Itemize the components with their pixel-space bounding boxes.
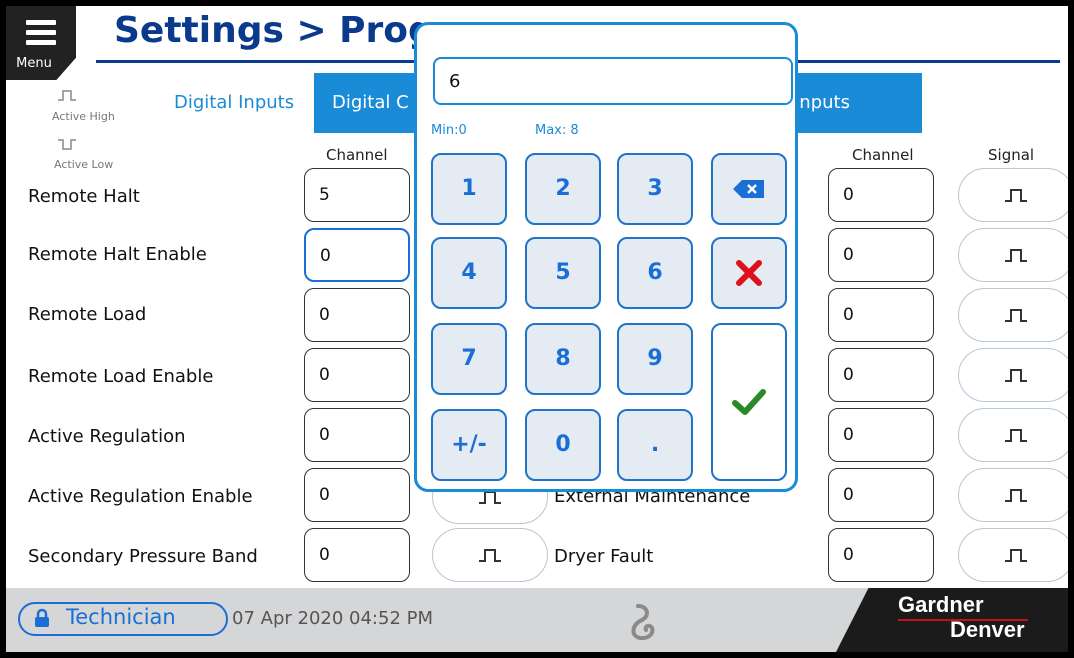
channel-input[interactable]: 0 xyxy=(828,228,934,282)
right-channel-header: Channel xyxy=(852,146,914,164)
tab-digital-inputs[interactable]: Digital Inputs xyxy=(156,73,312,133)
active-high-icon xyxy=(1005,429,1027,442)
user-level: Technician xyxy=(66,605,176,629)
channel-input[interactable]: 0 xyxy=(304,468,410,522)
key-0[interactable]: 0 xyxy=(525,409,601,481)
hamburger-bar xyxy=(26,40,56,45)
channel-input[interactable]: 0 xyxy=(828,468,934,522)
menu-label: Menu xyxy=(16,56,52,71)
signal-toggle[interactable] xyxy=(958,168,1068,222)
active-high-icon xyxy=(58,90,76,101)
keypad-value-field[interactable]: 6 xyxy=(433,57,793,105)
row-label: Remote Halt xyxy=(28,186,140,207)
connection-status-icon xyxy=(631,604,655,641)
row-label: Active Regulation Enable xyxy=(28,486,253,507)
key-8[interactable]: 8 xyxy=(525,323,601,395)
row-label: Remote Halt Enable xyxy=(28,244,207,265)
backspace-button[interactable] xyxy=(711,153,787,225)
signal-toggle[interactable] xyxy=(432,528,548,582)
active-high-icon xyxy=(1005,249,1027,262)
confirm-button[interactable] xyxy=(711,323,787,481)
screen: Menu Settings > Prog Active High Active … xyxy=(6,6,1068,652)
key-5[interactable]: 5 xyxy=(525,237,601,309)
channel-input[interactable]: 0 xyxy=(828,288,934,342)
signal-toggle[interactable] xyxy=(958,348,1068,402)
channel-input[interactable]: 0 xyxy=(304,348,410,402)
channel-input[interactable]: 0 xyxy=(304,288,410,342)
signal-toggle[interactable] xyxy=(958,408,1068,462)
row-label: Secondary Pressure Band xyxy=(28,546,258,567)
active-high-icon xyxy=(1005,189,1027,202)
brand-logo: Denver xyxy=(950,617,1025,642)
cancel-button[interactable] xyxy=(711,237,787,309)
channel-input[interactable]: 0 xyxy=(828,528,934,582)
hamburger-icon xyxy=(26,20,56,25)
checkmark-icon xyxy=(732,389,766,415)
channel-input[interactable]: 0 xyxy=(828,348,934,402)
signal-toggle[interactable] xyxy=(958,228,1068,282)
signal-toggle[interactable] xyxy=(958,528,1068,582)
active-high-label: Active High xyxy=(52,110,115,123)
key-1[interactable]: 1 xyxy=(431,153,507,225)
active-low-icon xyxy=(58,139,76,150)
row-label: Dryer Fault xyxy=(554,546,654,567)
signal-toggle[interactable] xyxy=(958,288,1068,342)
channel-input[interactable]: 0 xyxy=(304,408,410,462)
left-channel-header: Channel xyxy=(326,146,388,164)
row-label: Active Regulation xyxy=(28,426,186,447)
right-signal-header: Signal xyxy=(988,146,1035,164)
active-high-icon xyxy=(1005,549,1027,562)
menu-button[interactable]: Menu xyxy=(6,6,76,80)
key-2[interactable]: 2 xyxy=(525,153,601,225)
key-decimal[interactable]: . xyxy=(617,409,693,481)
active-high-icon xyxy=(1005,369,1027,382)
channel-input[interactable]: 5 xyxy=(304,168,410,222)
active-high-icon xyxy=(1005,309,1027,322)
key-plus-minus[interactable]: +/- xyxy=(431,409,507,481)
datetime: 07 Apr 2020 04:52 PM xyxy=(232,608,433,629)
page-title: Settings > Prog xyxy=(114,10,434,51)
row-label: Remote Load xyxy=(28,304,147,325)
max-label: Max: 8 xyxy=(535,123,579,138)
active-high-icon xyxy=(479,549,501,562)
numeric-keypad-dialog: 6 Min:0 Max: 8 1 2 3 4 5 6 7 8 9 +/- 0 . xyxy=(414,22,798,492)
row-label: Remote Load Enable xyxy=(28,366,214,387)
close-icon xyxy=(736,260,762,286)
key-6[interactable]: 6 xyxy=(617,237,693,309)
channel-input[interactable]: 0 xyxy=(828,168,934,222)
backspace-icon xyxy=(733,180,764,198)
key-7[interactable]: 7 xyxy=(431,323,507,395)
channel-input[interactable]: 0 xyxy=(304,528,410,582)
signal-toggle[interactable] xyxy=(958,468,1068,522)
active-high-icon xyxy=(1005,489,1027,502)
channel-input[interactable]: 0 xyxy=(828,408,934,462)
active-low-label: Active Low xyxy=(54,158,114,171)
brand-logo: Gardner xyxy=(898,592,984,617)
hamburger-bar xyxy=(26,30,56,35)
key-4[interactable]: 4 xyxy=(431,237,507,309)
key-3[interactable]: 3 xyxy=(617,153,693,225)
key-9[interactable]: 9 xyxy=(617,323,693,395)
lock-icon xyxy=(35,608,49,627)
channel-input-focused[interactable]: 0 xyxy=(304,228,410,282)
min-label: Min:0 xyxy=(431,123,467,138)
